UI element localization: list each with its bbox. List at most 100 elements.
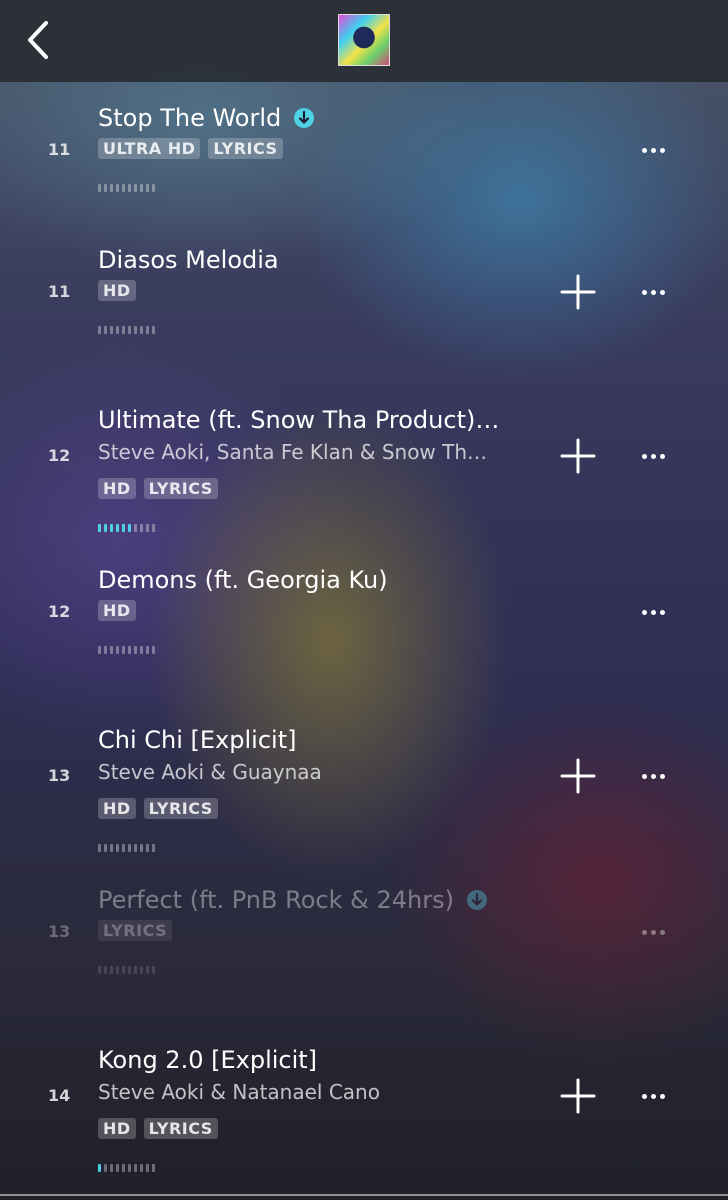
popularity-bar xyxy=(104,844,107,852)
track-badges: HD LYRICS xyxy=(98,478,218,499)
more-options-button[interactable] xyxy=(632,917,674,947)
track-badges: HD xyxy=(98,600,136,621)
popularity-meter xyxy=(98,1164,155,1172)
popularity-bar xyxy=(134,184,137,192)
popularity-bar xyxy=(104,524,107,532)
back-button[interactable] xyxy=(18,18,58,62)
more-dots-icon xyxy=(641,1093,665,1099)
more-options-button[interactable] xyxy=(632,441,674,471)
track-title-text: Demons (ft. Georgia Ku) xyxy=(98,566,388,594)
popularity-bar xyxy=(104,184,107,192)
more-dots-icon xyxy=(641,289,665,295)
popularity-meter xyxy=(98,646,155,654)
more-options-button[interactable] xyxy=(632,277,674,307)
popularity-bar xyxy=(140,524,143,532)
track-rank: 12 xyxy=(48,602,71,621)
popularity-bar xyxy=(146,184,149,192)
popularity-bar xyxy=(152,524,155,532)
track-title[interactable]: Perfect (ft. PnB Rock & 24hrs) xyxy=(98,886,488,914)
add-to-library-button[interactable] xyxy=(558,1076,598,1116)
popularity-bar xyxy=(104,646,107,654)
popularity-bar xyxy=(116,646,119,654)
plus-icon xyxy=(560,1078,596,1114)
popularity-bar xyxy=(122,326,125,334)
popularity-bar xyxy=(98,844,101,852)
popularity-bar xyxy=(146,524,149,532)
popularity-bar xyxy=(110,844,113,852)
popularity-bar xyxy=(128,844,131,852)
popularity-bar xyxy=(134,646,137,654)
track-row[interactable]: 13 Chi Chi [Explicit] Steve Aoki & Guaynaa… xyxy=(0,704,728,864)
popularity-bar xyxy=(110,184,113,192)
popularity-bar xyxy=(152,1164,155,1172)
plus-icon xyxy=(560,274,596,310)
popularity-bar xyxy=(152,184,155,192)
popularity-bar xyxy=(122,184,125,192)
add-to-library-button[interactable] xyxy=(558,436,598,476)
track-title-text: Ultimate (ft. Snow Tha Product)… xyxy=(98,406,500,434)
quality-badge: HD xyxy=(98,280,136,301)
more-options-button[interactable] xyxy=(632,597,674,627)
plus-icon xyxy=(560,438,596,474)
popularity-bar xyxy=(104,966,107,974)
more-options-button[interactable] xyxy=(632,1081,674,1111)
track-rank: 13 xyxy=(48,922,71,941)
track-row[interactable]: 11 Stop The World ULTRA HD LYRICS xyxy=(0,82,728,242)
header-bar xyxy=(0,0,728,82)
album-art-thumbnail[interactable] xyxy=(338,14,390,66)
popularity-bar xyxy=(140,966,143,974)
quality-badge: HD xyxy=(98,478,136,499)
more-dots-icon xyxy=(641,453,665,459)
track-title[interactable]: Demons (ft. Georgia Ku) xyxy=(98,566,388,594)
popularity-bar xyxy=(98,966,101,974)
more-dots-icon xyxy=(641,773,665,779)
track-title[interactable]: Chi Chi [Explicit] xyxy=(98,726,296,754)
popularity-bar xyxy=(110,966,113,974)
track-title-text: Kong 2.0 [Explicit] xyxy=(98,1046,318,1074)
quality-badge: LYRICS xyxy=(143,1118,218,1139)
track-row[interactable]: 13 Perfect (ft. PnB Rock & 24hrs) LYRICS xyxy=(0,864,728,1024)
popularity-bar xyxy=(128,1164,131,1172)
track-artist: Steve Aoki, Santa Fe Klan & Snow Th… xyxy=(98,440,488,464)
popularity-bar xyxy=(122,844,125,852)
quality-badge: HD xyxy=(98,798,136,819)
track-row[interactable]: 12 Ultimate (ft. Snow Tha Product)… Steve … xyxy=(0,384,728,544)
track-row[interactable]: 14 Kong 2.0 [Explicit] Steve Aoki & Natana… xyxy=(0,1024,728,1184)
popularity-bar xyxy=(116,326,119,334)
popularity-meter xyxy=(98,524,155,532)
track-title[interactable]: Diasos Melodia xyxy=(98,246,279,274)
track-title[interactable]: Ultimate (ft. Snow Tha Product)… xyxy=(98,406,499,434)
popularity-bar xyxy=(110,326,113,334)
popularity-bar xyxy=(152,646,155,654)
popularity-bar xyxy=(146,844,149,852)
quality-badge: LYRICS xyxy=(98,920,173,941)
quality-badge: LYRICS xyxy=(208,138,283,159)
popularity-bar xyxy=(152,844,155,852)
track-title[interactable]: Kong 2.0 [Explicit] xyxy=(98,1046,317,1074)
popularity-bar xyxy=(122,646,125,654)
popularity-bar xyxy=(128,184,131,192)
popularity-bar xyxy=(140,184,143,192)
popularity-meter xyxy=(98,966,155,974)
quality-badge: HD xyxy=(98,600,136,621)
more-dots-icon xyxy=(641,147,665,153)
add-to-library-button[interactable] xyxy=(558,756,598,796)
popularity-bar xyxy=(140,1164,143,1172)
more-options-button[interactable] xyxy=(632,135,674,165)
add-to-library-button[interactable] xyxy=(558,272,598,312)
scroll-divider xyxy=(0,1194,728,1196)
popularity-meter xyxy=(98,184,155,192)
download-icon xyxy=(294,108,315,128)
track-rank: 11 xyxy=(48,140,71,159)
track-badges: HD LYRICS xyxy=(98,798,218,819)
more-options-button[interactable] xyxy=(632,761,674,791)
popularity-bar xyxy=(116,966,119,974)
track-row[interactable]: 12 Demons (ft. Georgia Ku) HD xyxy=(0,544,728,704)
popularity-bar xyxy=(110,1164,113,1172)
popularity-bar xyxy=(152,966,155,974)
quality-badge: HD xyxy=(98,1118,136,1139)
track-row[interactable]: 11 Diasos Melodia HD xyxy=(0,224,728,384)
track-rank: 14 xyxy=(48,1086,71,1105)
popularity-bar xyxy=(134,524,137,532)
track-title[interactable]: Stop The World xyxy=(98,104,315,132)
